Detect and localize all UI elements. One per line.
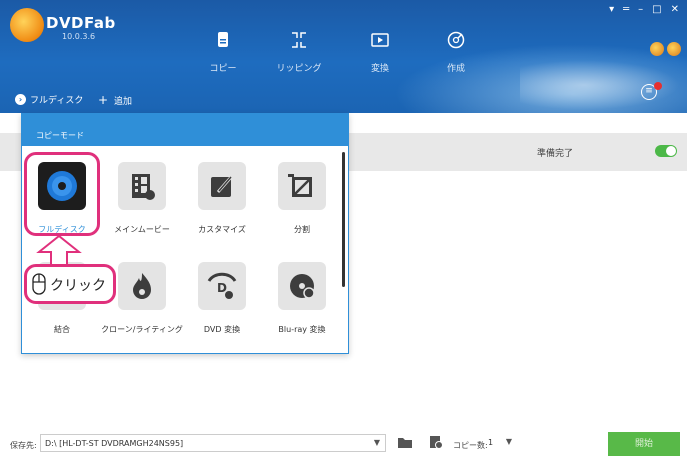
mode-label-merge: 結合 — [54, 325, 70, 334]
click-annotation: クリック — [50, 278, 106, 294]
nav-copy-label: コピー — [209, 64, 237, 74]
mode-label-split: 分割 — [294, 225, 310, 234]
settings-icon[interactable]: ═ — [623, 4, 629, 15]
minimize-icon[interactable]: – — [638, 4, 643, 15]
mode-tile-split[interactable] — [278, 162, 326, 210]
nav-ripper[interactable]: リッピング — [269, 30, 329, 80]
app-version: 10.0.3.6 — [62, 32, 96, 41]
maximize-icon[interactable]: □ — [652, 4, 661, 15]
ripper-icon — [292, 32, 306, 48]
mode-tile-customize[interactable] — [198, 162, 246, 210]
creator-icon — [447, 31, 465, 49]
mode-label-main-movie: メインムービー — [114, 225, 170, 234]
toggle-knob — [666, 146, 676, 156]
nav-convert-label: 変換 — [370, 64, 389, 74]
arrow-up-icon — [36, 234, 82, 267]
folder-icon[interactable] — [397, 435, 413, 449]
nav-creator[interactable]: 作成 — [426, 30, 486, 80]
dvd-convert-icon: D — [198, 262, 246, 310]
split-icon — [278, 162, 326, 210]
start-button[interactable]: 開始 — [608, 432, 680, 456]
mode-tile-dvd-convert[interactable]: D — [198, 262, 246, 310]
mode-label-clone-burn: クローン/ライティング — [101, 325, 183, 334]
clone-burn-icon — [118, 262, 166, 310]
mode-label-bluray-convert: Blu-ray 変換 — [278, 325, 326, 334]
copies-select[interactable]: 1 ▼ — [484, 434, 514, 452]
app-header: DVDFab 10.0.3.6 ▾ ═ – □ ✕ ≡ コピー リッピング 変換 — [0, 0, 687, 113]
copy-mode-label: フルディスク — [30, 96, 84, 106]
nav-convert[interactable]: 変換 — [350, 30, 410, 80]
mode-tile-bluray-convert[interactable] — [278, 262, 326, 310]
popup-scrollbar[interactable] — [342, 152, 345, 287]
add-source-label: 追加 — [113, 97, 132, 107]
mascots — [650, 42, 681, 56]
save-to-field[interactable]: D:\ [HL-DT-ST DVDRAMGH24NS95] ▼ — [40, 434, 386, 452]
mode-label-dvd-convert: DVD 変換 — [203, 325, 241, 334]
copy-mode-button[interactable]: › フルディスク — [15, 93, 83, 106]
notification-badge — [654, 82, 662, 90]
nav-copy[interactable]: コピー — [193, 30, 253, 80]
nav-creator-label: 作成 — [446, 64, 465, 74]
copy-icon — [218, 32, 228, 47]
popup-title: コピーモード — [22, 114, 348, 146]
main-movie-icon — [118, 162, 166, 210]
save-to-label: 保存先: — [10, 441, 37, 450]
dropdown-icon[interactable]: ▾ — [609, 4, 614, 15]
bluray-convert-icon — [278, 262, 326, 310]
nav-ripper-label: リッピング — [276, 64, 322, 74]
copies-label: コピー数: — [453, 441, 488, 450]
iso-file-icon[interactable] — [428, 435, 444, 449]
save-to-value: D:\ [HL-DT-ST DVDRAMGH24NS95] — [45, 439, 184, 448]
plus-icon: + — [98, 93, 109, 107]
window-controls: ▾ ═ – □ ✕ — [609, 4, 679, 15]
mascot-icon-2[interactable] — [667, 42, 681, 56]
chevron-right-icon: › — [15, 94, 26, 105]
status-text: 準備完了 — [537, 149, 574, 159]
add-source-button[interactable]: + 追加 — [98, 93, 132, 107]
chevron-down-icon[interactable]: ▼ — [374, 438, 380, 447]
customize-icon — [198, 162, 246, 210]
mouse-icon — [32, 273, 46, 295]
close-icon[interactable]: ✕ — [671, 4, 679, 15]
mode-tile-clone-burn[interactable] — [118, 262, 166, 310]
copies-value: 1 — [488, 438, 494, 447]
mascot-icon[interactable] — [650, 42, 664, 56]
mode-tile-main-movie[interactable] — [118, 162, 166, 210]
dvdfab-logo-icon — [10, 8, 44, 42]
svg-text:D: D — [217, 281, 227, 295]
chevron-down-icon[interactable]: ▼ — [506, 437, 512, 446]
app-name: DVDFab — [46, 14, 116, 32]
convert-icon — [371, 33, 389, 47]
status-toggle[interactable] — [655, 145, 677, 157]
highlight-full-disc — [24, 152, 100, 236]
mode-label-customize: カスタマイズ — [198, 225, 246, 234]
